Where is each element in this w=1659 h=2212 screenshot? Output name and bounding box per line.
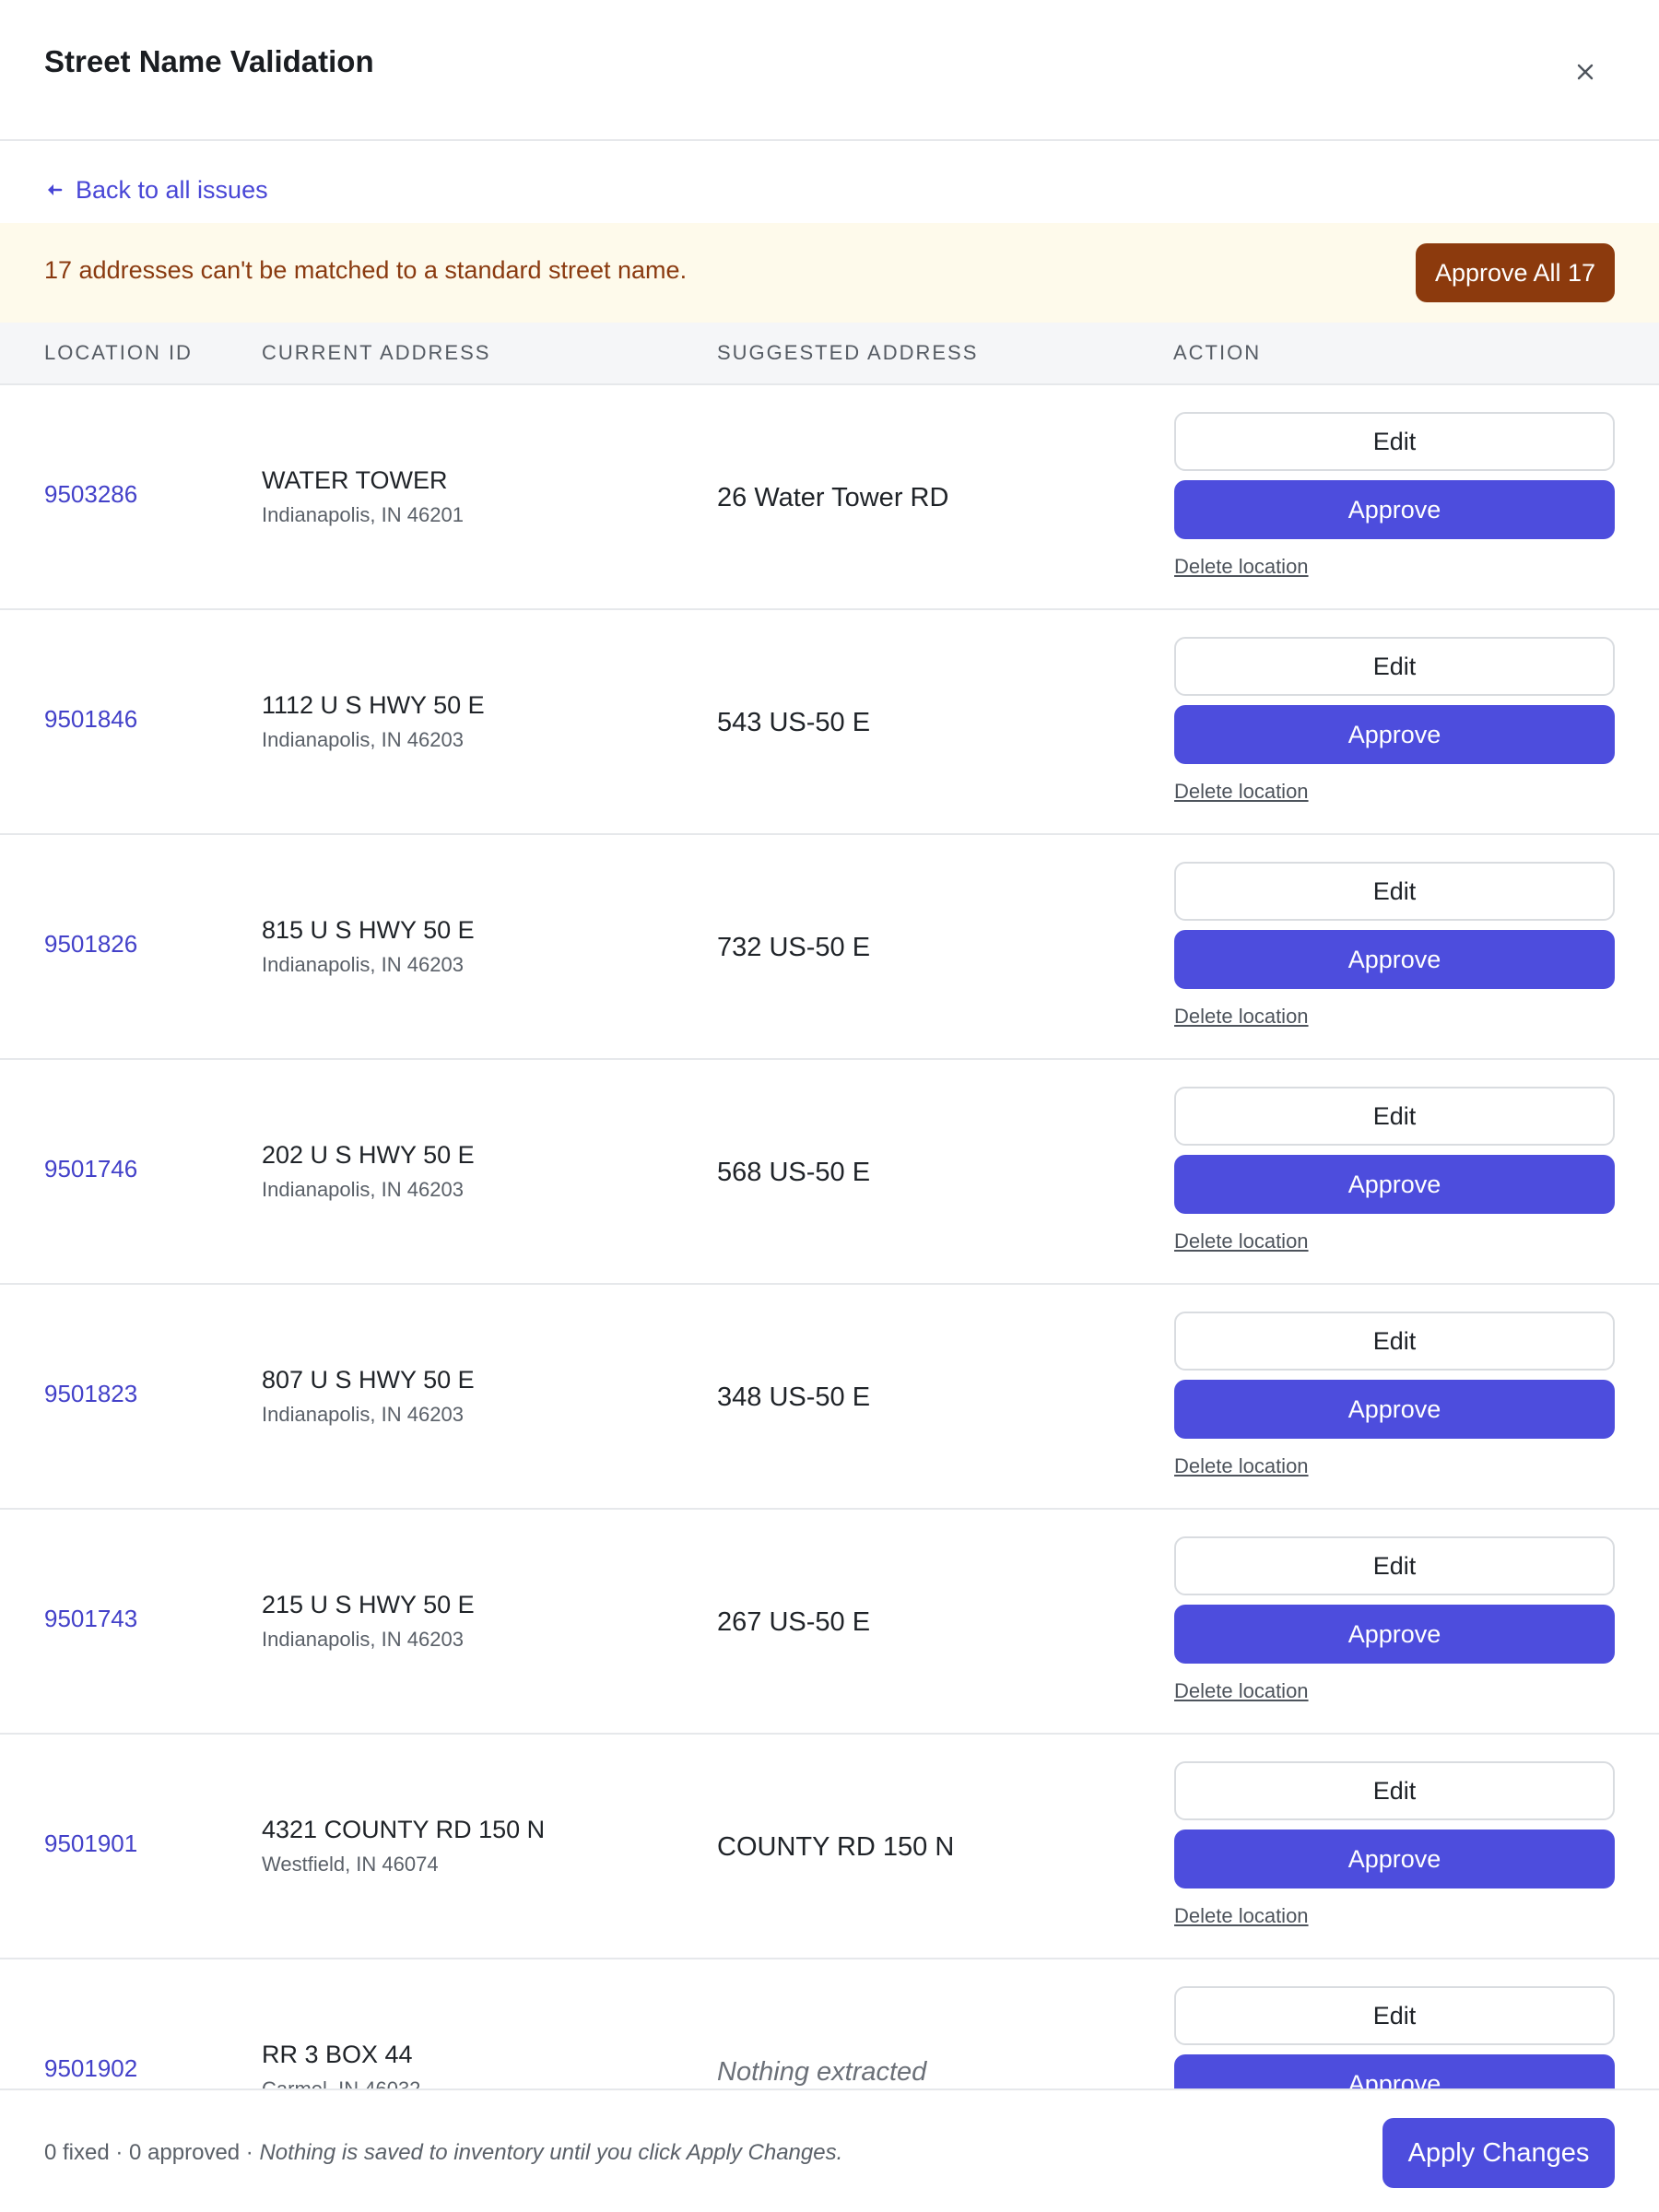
- current-address-city: Westfield, IN 46074: [262, 1853, 439, 1876]
- current-address-street: 4321 COUNTY RD 150 N: [262, 1816, 546, 1843]
- current-address-street: 807 U S HWY 50 E: [262, 1366, 475, 1394]
- current-address-city: Carmel, IN 46032: [262, 2077, 420, 2088]
- delete-location-link[interactable]: Delete location: [1174, 1230, 1309, 1253]
- current-address-city: Indianapolis, IN 46203: [262, 1178, 464, 1201]
- current-address-street: WATER TOWER: [262, 466, 448, 494]
- table-header: LOCATION ID CURRENT ADDRESS SUGGESTED AD…: [0, 323, 1659, 385]
- edit-button[interactable]: Edit: [1174, 1312, 1615, 1371]
- footer-counts: 0 fixed · 0 approved ·: [44, 2140, 260, 2165]
- suggested-address: 732 US-50 E: [717, 933, 871, 962]
- edit-button[interactable]: Edit: [1174, 1986, 1615, 2045]
- delete-location-link[interactable]: Delete location: [1174, 1454, 1309, 1478]
- current-address-street: 215 U S HWY 50 E: [262, 1591, 475, 1618]
- edit-button[interactable]: Edit: [1174, 1087, 1615, 1146]
- delete-location-link[interactable]: Delete location: [1174, 1005, 1309, 1029]
- current-address-street: RR 3 BOX 44: [262, 2041, 413, 2068]
- table-row: 9501826 815 U S HWY 50 E Indianapolis, IN …: [0, 835, 1659, 1060]
- table-row: 9501901 4321 COUNTY RD 150 N Westfield, IN…: [0, 1735, 1659, 1959]
- delete-location-link[interactable]: Delete location: [1174, 555, 1309, 579]
- approve-button[interactable]: Approve: [1174, 2054, 1615, 2088]
- suggested-address: 26 Water Tower RD: [717, 483, 949, 512]
- approve-button[interactable]: Approve: [1174, 930, 1615, 989]
- suggested-address: 348 US-50 E: [717, 1382, 871, 1412]
- location-id-link[interactable]: 9501823: [44, 1380, 137, 1408]
- table-body[interactable]: 9503286 WATER TOWER Indianapolis, IN 46201…: [0, 385, 1659, 2088]
- footer-status: 0 fixed · 0 approved · Nothing is saved …: [44, 2140, 842, 2166]
- dialog-header: Street Name Validation: [0, 0, 1659, 141]
- edit-button[interactable]: Edit: [1174, 637, 1615, 696]
- current-address-street: 1112 U S HWY 50 E: [262, 691, 485, 719]
- location-id-link[interactable]: 9501743: [44, 1605, 137, 1633]
- column-header-suggested-address: SUGGESTED ADDRESS: [717, 341, 979, 364]
- current-address-city: Indianapolis, IN 46201: [262, 503, 464, 526]
- approve-all-button[interactable]: Approve All 17: [1416, 243, 1615, 302]
- page-title: Street Name Validation: [44, 44, 374, 78]
- table-row: 9501746 202 U S HWY 50 E Indianapolis, IN …: [0, 1060, 1659, 1285]
- banner-message: 17 addresses can't be matched to a stand…: [44, 256, 688, 284]
- column-header-action: ACTION: [1173, 341, 1262, 364]
- suggested-address: 543 US-50 E: [717, 708, 871, 737]
- close-icon: [1577, 64, 1594, 80]
- current-address-city: Indianapolis, IN 46203: [262, 1403, 464, 1426]
- edit-button[interactable]: Edit: [1174, 412, 1615, 471]
- approve-button[interactable]: Approve: [1174, 1605, 1615, 1664]
- arrow-left-icon: [48, 184, 63, 195]
- approve-button[interactable]: Approve: [1174, 705, 1615, 764]
- approve-button[interactable]: Approve: [1174, 1830, 1615, 1888]
- close-button[interactable]: [1567, 53, 1604, 90]
- approve-button[interactable]: Approve: [1174, 1155, 1615, 1214]
- location-id-link[interactable]: 9501846: [44, 705, 137, 734]
- delete-location-link[interactable]: Delete location: [1174, 1904, 1309, 1928]
- location-id-link[interactable]: 9501746: [44, 1155, 137, 1183]
- edit-button[interactable]: Edit: [1174, 1761, 1615, 1820]
- approve-button[interactable]: Approve: [1174, 480, 1615, 539]
- table-row: 9503286 WATER TOWER Indianapolis, IN 46201…: [0, 385, 1659, 610]
- edit-button[interactable]: Edit: [1174, 862, 1615, 921]
- column-header-location-id: LOCATION ID: [44, 341, 193, 364]
- current-address-street: 815 U S HWY 50 E: [262, 916, 475, 944]
- current-address-street: 202 U S HWY 50 E: [262, 1141, 475, 1169]
- current-address-city: Indianapolis, IN 46203: [262, 953, 464, 976]
- location-id-link[interactable]: 9503286: [44, 480, 137, 509]
- location-id-link[interactable]: 9501826: [44, 930, 137, 959]
- footer-bar: 0 fixed · 0 approved · Nothing is saved …: [0, 2088, 1659, 2212]
- suggested-address: Nothing extracted: [717, 2057, 927, 2087]
- approve-button[interactable]: Approve: [1174, 1380, 1615, 1439]
- footer-note: Nothing is saved to inventory until you …: [259, 2140, 843, 2165]
- current-address-city: Indianapolis, IN 46203: [262, 728, 464, 751]
- delete-location-link[interactable]: Delete location: [1174, 780, 1309, 804]
- edit-button[interactable]: Edit: [1174, 1536, 1615, 1595]
- back-link[interactable]: Back to all issues: [44, 171, 268, 208]
- location-id-link[interactable]: 9501902: [44, 2054, 137, 2083]
- column-header-current-address: CURRENT ADDRESS: [262, 341, 491, 364]
- delete-location-link[interactable]: Delete location: [1174, 1679, 1309, 1703]
- warning-banner: 17 addresses can't be matched to a stand…: [0, 223, 1659, 323]
- table-row: 9501846 1112 U S HWY 50 E Indianapolis, IN…: [0, 610, 1659, 835]
- location-id-link[interactable]: 9501901: [44, 1830, 137, 1858]
- table-row: 9501902 RR 3 BOX 44 Carmel, IN 46032 Nothin…: [0, 1959, 1659, 2088]
- suggested-address: 568 US-50 E: [717, 1158, 871, 1187]
- back-link-label: Back to all issues: [76, 175, 268, 204]
- suggested-address: 267 US-50 E: [717, 1607, 871, 1637]
- table-row: 9501823 807 U S HWY 50 E Indianapolis, IN …: [0, 1285, 1659, 1510]
- apply-changes-button[interactable]: Apply Changes: [1382, 2118, 1615, 2188]
- current-address-city: Indianapolis, IN 46203: [262, 1628, 464, 1651]
- table-row: 9501743 215 U S HWY 50 E Indianapolis, IN …: [0, 1510, 1659, 1735]
- suggested-address: COUNTY RD 150 N: [717, 1832, 955, 1862]
